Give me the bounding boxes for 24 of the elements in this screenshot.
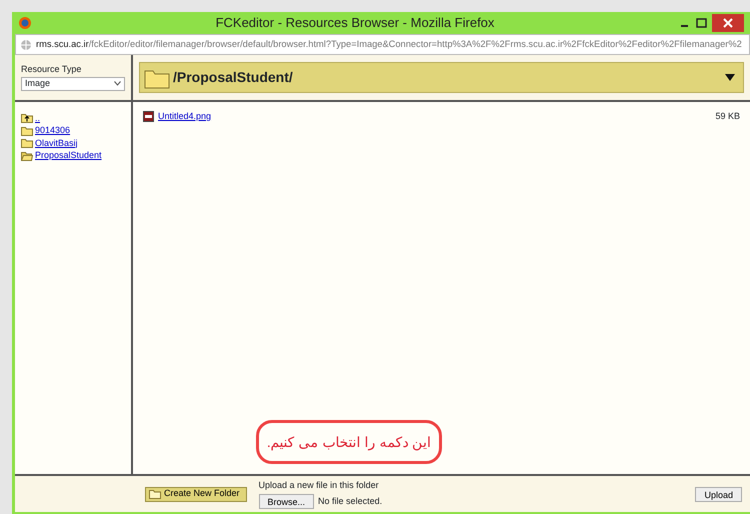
create-folder-button[interactable]: Create New Folder (145, 486, 247, 502)
folder-link[interactable]: 9014306 (35, 124, 70, 138)
resource-type-label: Resource Type (21, 63, 82, 76)
close-icon[interactable] (712, 14, 744, 32)
png-file-icon (143, 111, 154, 122)
upload-button[interactable]: Upload (695, 486, 742, 502)
file-status: No file selected. (318, 494, 382, 508)
folder-link[interactable]: ProposalStudent (35, 149, 102, 162)
resource-type-select[interactable]: Image (21, 76, 125, 90)
folder-path: /ProposalStudent/ (173, 68, 294, 87)
url-text: rms.scu.ac.ir/fckEditor/editor/filemanager/browser/default/browser.html?Type=Image&Connector=http%3A%2F%2Frms.scu.ac.ir%2FfckEditor%2Feditor%2Ffilemanager%2 (36, 38, 742, 51)
window-title: FCKeditor - Resources Browser - Mozilla Firefox (214, 14, 496, 32)
annotation-callout: این دکمه را انتخاب می کنیم. (256, 420, 442, 464)
chevron-icon (114, 81, 121, 86)
folder-link[interactable]: .. (35, 112, 40, 125)
file-link[interactable]: Untitled4.png (158, 110, 212, 124)
globe-icon (20, 38, 32, 50)
browse-button[interactable]: Browse... (258, 494, 314, 509)
file-size: 59 KB (715, 110, 740, 123)
folder-icon (149, 489, 161, 499)
upload-label: Upload a new file in this folder (258, 479, 380, 492)
dropdown-arrow-icon[interactable] (725, 74, 735, 81)
folder-link[interactable]: OlavitBasij (35, 136, 78, 150)
address-bar[interactable]: rms.scu.ac.ir/fckEditor/editor/filemanager/browser/default/browser.html?Type=Image&Connector=http%3A%2F%2Frms.scu.ac.ir%2FfckEditor%2Feditor%2Ffilemanager%2 (15, 34, 750, 55)
